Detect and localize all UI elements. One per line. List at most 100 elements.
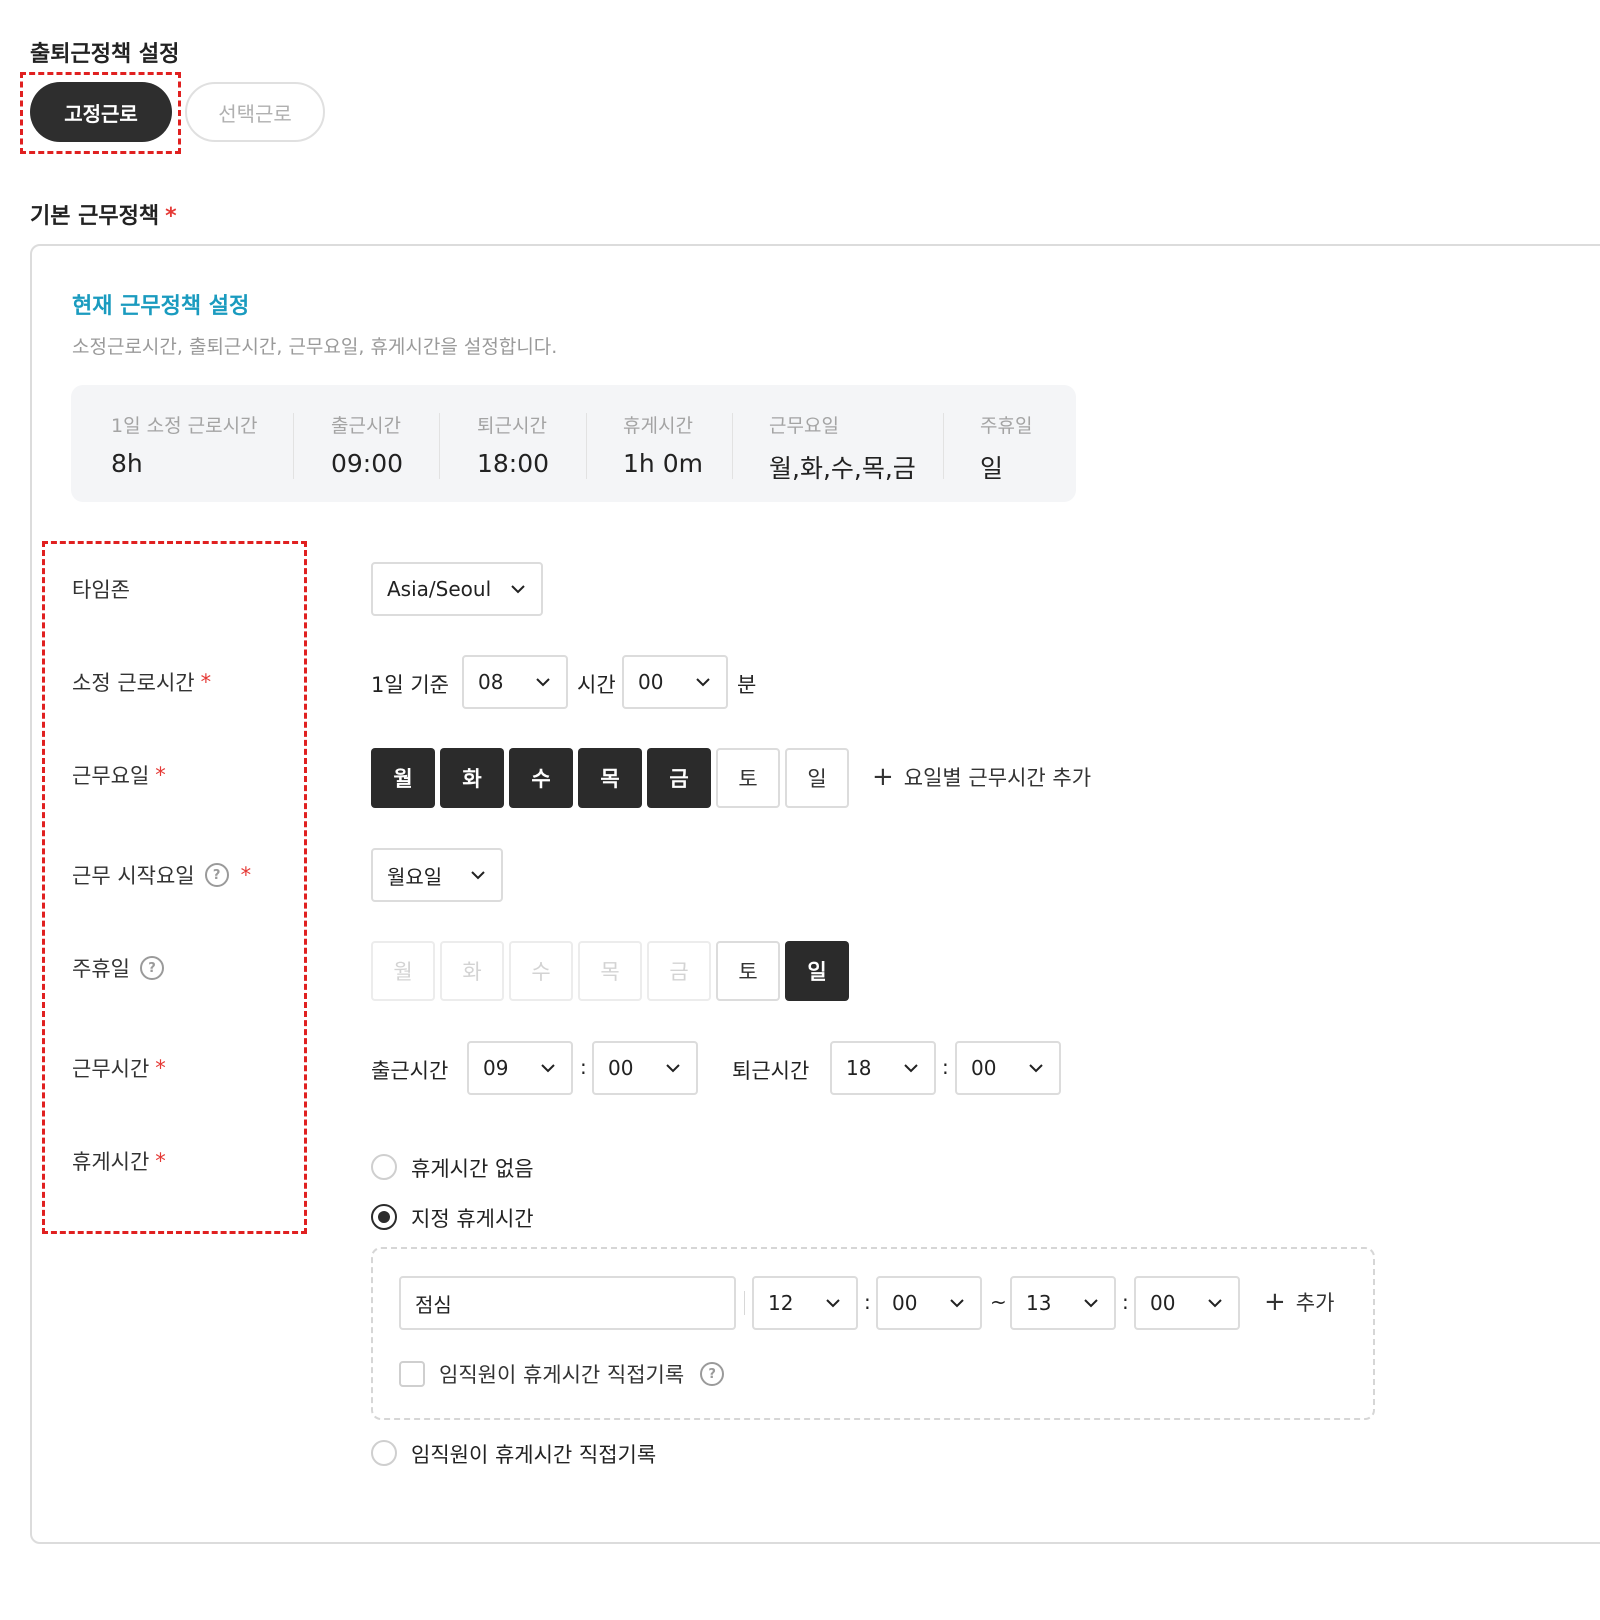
summary-divider [732, 413, 733, 479]
policy-summary: 1일 소정 근로시간 8h 출근시간 09:00 퇴근시간 18:00 휴게시간… [71, 385, 1076, 502]
required-mark: * [200, 670, 212, 694]
summary-value: 09:00 [331, 449, 404, 478]
holiday-day-fri: 금 [647, 941, 711, 1001]
start-day-select[interactable]: 월요일 [371, 848, 503, 902]
break-time-label: 휴게시간 * [72, 1146, 166, 1176]
break-fixed-label[interactable]: 지정 휴게시간 [411, 1203, 534, 1233]
policy-type-fixed-button[interactable]: 고정근로 [30, 82, 172, 142]
policy-setting-title: 출퇴근정책 설정 [30, 42, 180, 67]
holiday-day-thu: 목 [578, 941, 642, 1001]
chevron-down-icon [826, 1299, 840, 1308]
colon: : [864, 1290, 871, 1314]
weekly-holiday-label-text: 주휴일 [72, 957, 130, 981]
work-hours-minute-select[interactable]: 00 [622, 655, 728, 709]
work-hours-label: 소정 근로시간 * [72, 667, 211, 697]
start-time-label: 출근시간 [371, 1059, 449, 1083]
hour-unit: 시간 [577, 673, 616, 697]
basic-policy-title: 기본 근무정책 * [30, 198, 177, 230]
break-end-hour-value: 13 [1026, 1291, 1052, 1315]
work-day-fri[interactable]: 금 [647, 748, 711, 808]
summary-label: 근무요일 [769, 415, 839, 437]
break-end-minute-value: 00 [1150, 1291, 1176, 1315]
summary-value: 일 [980, 454, 1004, 483]
help-icon[interactable]: ? [204, 863, 229, 887]
work-hours-label-text: 소정 근로시간 [72, 671, 195, 695]
break-start-minute-select[interactable]: 00 [876, 1276, 982, 1330]
break-self-record-label[interactable]: 임직원이 휴게시간 직접기록 [411, 1439, 656, 1469]
work-hours-prefix: 1일 기준 [371, 673, 449, 697]
summary-divider [293, 413, 294, 479]
work-day-thu[interactable]: 목 [578, 748, 642, 808]
current-policy-title: 현재 근무정책 설정 [72, 294, 250, 319]
start-minute-select[interactable]: 00 [592, 1041, 698, 1095]
add-break-button[interactable]: + 추가 [1264, 1287, 1334, 1317]
summary-divider [439, 413, 440, 479]
summary-value: 1h 0m [623, 449, 703, 478]
summary-divider [586, 413, 587, 479]
chevron-down-icon [696, 678, 710, 687]
work-hours-hour-value: 08 [478, 670, 504, 694]
work-day-sun[interactable]: 일 [785, 748, 849, 808]
summary-label: 1일 소정 근로시간 [111, 415, 258, 437]
chevron-down-icon [536, 678, 550, 687]
break-time-label-text: 휴게시간 [72, 1150, 150, 1174]
help-icon[interactable]: ? [139, 956, 164, 980]
chevron-down-icon [511, 585, 525, 594]
break-end-hour-select[interactable]: 13 [1010, 1276, 1116, 1330]
timezone-value: Asia/Seoul [387, 577, 492, 601]
work-days-label-text: 근무요일 [72, 764, 150, 788]
break-start-hour-select[interactable]: 12 [752, 1276, 858, 1330]
work-hours-minute-value: 00 [638, 670, 664, 694]
break-none-radio[interactable] [371, 1154, 397, 1180]
plus-icon: + [1264, 1287, 1286, 1317]
add-day-hours-button[interactable]: + 요일별 근무시간 추가 [872, 762, 1091, 792]
plus-icon: + [872, 762, 894, 792]
work-day-tue[interactable]: 화 [440, 748, 504, 808]
summary-label: 출근시간 [331, 415, 401, 437]
summary-divider [943, 413, 944, 479]
end-hour-select[interactable]: 18 [830, 1041, 936, 1095]
summary-label: 퇴근시간 [477, 415, 547, 437]
holiday-day-tue: 화 [440, 941, 504, 1001]
chevron-down-icon [950, 1299, 964, 1308]
timezone-label: 타임존 [72, 574, 130, 604]
break-end-minute-select[interactable]: 00 [1134, 1276, 1240, 1330]
work-day-sat[interactable]: 토 [716, 748, 780, 808]
basic-policy-title-text: 기본 근무정책 [30, 204, 160, 229]
break-name-input[interactable]: 점심 [399, 1276, 736, 1330]
start-hour-select[interactable]: 09 [467, 1041, 573, 1095]
required-mark: * [240, 863, 252, 887]
required-mark: * [155, 763, 166, 787]
start-hour-value: 09 [483, 1056, 509, 1080]
holiday-day-sat[interactable]: 토 [716, 941, 780, 1001]
colon: : [1122, 1290, 1129, 1314]
break-fixed-radio[interactable] [371, 1204, 397, 1230]
timezone-label-text: 타임존 [72, 578, 130, 602]
chevron-down-icon [541, 1064, 555, 1073]
break-self-record-radio[interactable] [371, 1440, 397, 1466]
break-start-minute-value: 00 [892, 1291, 918, 1315]
self-record-check-label[interactable]: 임직원이 휴게시간 직접기록 ? [439, 1359, 725, 1389]
break-none-label[interactable]: 휴게시간 없음 [411, 1153, 534, 1183]
summary-label: 주휴일 [980, 415, 1033, 437]
work-time-label: 근무시간 * [72, 1053, 166, 1083]
holiday-day-sun[interactable]: 일 [785, 941, 849, 1001]
start-day-value: 월요일 [387, 864, 443, 889]
summary-label: 휴게시간 [623, 415, 693, 437]
self-record-checkbox[interactable] [399, 1361, 425, 1387]
end-minute-select[interactable]: 00 [955, 1041, 1061, 1095]
timezone-select[interactable]: Asia/Seoul [371, 562, 543, 616]
minute-unit: 분 [737, 673, 757, 697]
work-days-label: 근무요일 * [72, 760, 166, 790]
work-hours-hour-select[interactable]: 08 [462, 655, 568, 709]
break-name-value: 점심 [415, 1292, 452, 1317]
work-day-mon[interactable]: 월 [371, 748, 435, 808]
work-day-wed[interactable]: 수 [509, 748, 573, 808]
end-minute-value: 00 [971, 1056, 997, 1080]
policy-type-flexible-button[interactable]: 선택근로 [185, 82, 325, 142]
chevron-down-icon [1208, 1299, 1222, 1308]
end-time-label: 퇴근시간 [732, 1059, 810, 1083]
required-mark: * [155, 1056, 166, 1080]
help-icon[interactable]: ? [700, 1362, 725, 1386]
chevron-down-icon [1029, 1064, 1043, 1073]
